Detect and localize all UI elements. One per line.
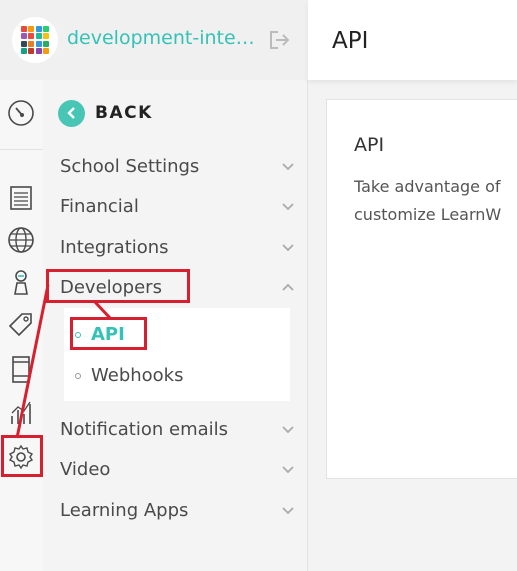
nav-item-integrations[interactable]: Integrations — [60, 233, 295, 263]
nav-item-financial[interactable]: Financial — [60, 192, 295, 222]
logo-tile — [35, 33, 42, 40]
chevron-down-icon — [282, 203, 294, 211]
back-label: BACK — [95, 103, 153, 123]
nav-item-school-settings[interactable]: School Settings — [60, 152, 295, 182]
tag-icon[interactable] — [7, 310, 35, 338]
logo-tile — [28, 25, 35, 32]
nav-item-label: Financial — [60, 196, 139, 217]
logo-tile — [35, 40, 42, 47]
mobile-page-icon[interactable] — [7, 355, 35, 383]
logo-tile — [20, 33, 27, 40]
site-name[interactable]: development-integ... — [67, 27, 257, 49]
back-arrow-icon — [58, 99, 85, 127]
annotation-box-settings — [1, 435, 43, 477]
annotation-box-developers — [46, 269, 190, 303]
bullet-icon — [75, 373, 81, 379]
courses-list-icon[interactable] — [7, 184, 35, 212]
nav-item-label: Video — [60, 459, 111, 480]
chevron-down-icon — [282, 426, 294, 434]
nav-item-label: Integrations — [60, 237, 169, 258]
chevron-up-icon — [282, 283, 294, 291]
nav-item-notification-emails[interactable]: Notification emails — [60, 415, 295, 445]
api-card: API Take advantage of customize LearnW — [326, 99, 517, 479]
card-description: Take advantage of customize LearnW — [354, 173, 517, 229]
nav-item-label: School Settings — [60, 156, 200, 177]
submenu-item-label: Webhooks — [91, 365, 184, 386]
logout-icon[interactable] — [266, 27, 292, 53]
school-logo[interactable] — [12, 17, 58, 63]
rail-divider — [0, 149, 43, 150]
nav-item-learning-apps[interactable]: Learning Apps — [60, 496, 295, 526]
chevron-down-icon — [282, 466, 294, 474]
logo-tile — [35, 48, 42, 55]
logo-tile — [35, 25, 42, 32]
annotation-box-api — [70, 317, 147, 350]
page-title: API — [332, 28, 369, 54]
chevron-down-icon — [282, 244, 294, 252]
dashboard-gauge-icon[interactable] — [7, 99, 35, 127]
logo-tile — [43, 40, 50, 47]
chevron-down-icon — [282, 507, 294, 515]
logo-tile — [43, 25, 50, 32]
logo-tile — [28, 48, 35, 55]
reports-chart-icon[interactable] — [7, 398, 35, 426]
logo-tile — [20, 40, 27, 47]
users-icon[interactable] — [7, 268, 35, 296]
logo-tile — [43, 33, 50, 40]
submenu-item-webhooks[interactable]: Webhooks — [75, 363, 183, 389]
card-text-line-1: Take advantage of — [354, 177, 501, 196]
logo-tile — [28, 40, 35, 47]
card-text-line-2: customize LearnW — [354, 205, 502, 224]
chevron-down-icon — [282, 163, 294, 171]
logo-tile — [20, 25, 27, 32]
nav-item-video[interactable]: Video — [60, 455, 295, 485]
nav-item-label: Learning Apps — [60, 500, 189, 521]
main-topbar: API — [308, 0, 517, 80]
back-button[interactable]: BACK — [58, 99, 153, 127]
nav-item-label: Notification emails — [60, 419, 229, 440]
logo-tile — [43, 48, 50, 55]
card-title: API — [354, 134, 385, 156]
sidebar-header: development-integ... — [0, 0, 307, 81]
globe-icon[interactable] — [7, 226, 35, 254]
logo-tile — [20, 48, 27, 55]
logo-tile — [28, 33, 35, 40]
